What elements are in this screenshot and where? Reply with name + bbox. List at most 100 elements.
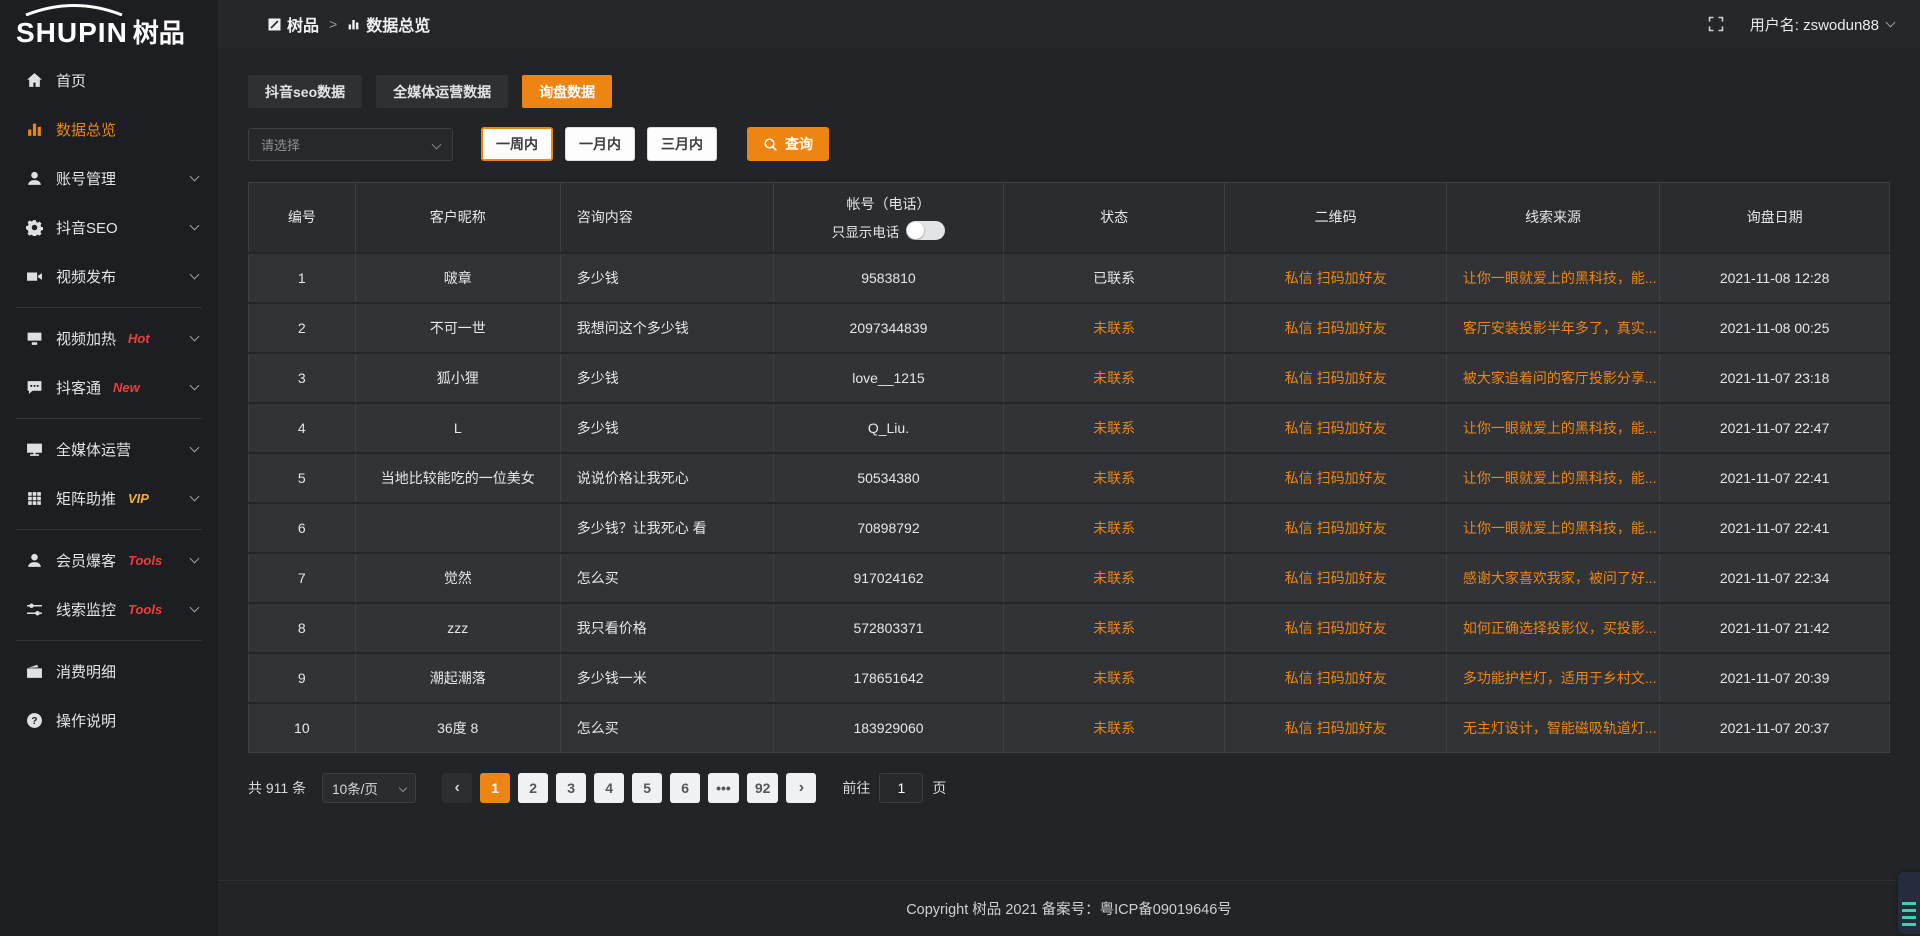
sidebar-item-video-heat[interactable]: 视频加热 Hot (0, 314, 218, 363)
row-qrcode-link[interactable]: 私信 扫码加好友 (1225, 353, 1447, 403)
sidebar-divider (16, 529, 202, 530)
prev-page-button[interactable]: ‹ (442, 773, 472, 803)
monitor-icon (26, 441, 43, 458)
row-source-link[interactable]: 让你一眼就爱上的黑科技，能... (1446, 503, 1659, 553)
row-qrcode-link[interactable]: 私信 扫码加好友 (1225, 503, 1447, 553)
table-row: 2不可一世我想问这个多少钱2097344839未联系私信 扫码加好友客厅安装投影… (249, 303, 1890, 353)
col-content: 咨询内容 (560, 183, 773, 253)
page-button[interactable]: 3 (556, 773, 586, 803)
sidebar-item-help[interactable]: ? 操作说明 (0, 696, 218, 745)
row-qrcode-link[interactable]: 私信 扫码加好友 (1225, 653, 1447, 703)
sidebar-item-omni-media[interactable]: 全媒体运营 (0, 425, 218, 474)
row-nickname: 觉然 (355, 553, 560, 603)
row-qrcode-link[interactable]: 私信 扫码加好友 (1225, 303, 1447, 353)
phone-only-toggle[interactable] (906, 221, 945, 240)
row-nickname: 狐小狸 (355, 353, 560, 403)
next-page-button[interactable]: › (786, 773, 816, 803)
row-source-link[interactable]: 无主灯设计，智能磁吸轨道灯... (1446, 703, 1659, 753)
row-id: 7 (249, 553, 356, 603)
page-button[interactable]: 92 (747, 773, 779, 803)
row-nickname: 36度 8 (355, 703, 560, 753)
page-size-select[interactable]: 10条/页 (322, 773, 416, 803)
sidebar-item-doketong[interactable]: 抖客通 New (0, 363, 218, 412)
period-quarter-button[interactable]: 三月内 (647, 127, 717, 161)
chat-widget-stripes (1902, 902, 1916, 928)
row-account: 50534380 (774, 453, 1004, 503)
table-row: 6多少钱？让我死心 看70898792未联系私信 扫码加好友让你一眼就爱上的黑科… (249, 503, 1890, 553)
row-date: 2021-11-07 22:41 (1660, 503, 1890, 553)
page-size-value: 10条/页 (332, 778, 378, 798)
chat-widget[interactable] (1898, 872, 1920, 934)
table-row: 8zzz我只看价格572803371未联系私信 扫码加好友如何正确选择投影仪，买… (249, 603, 1890, 653)
query-button[interactable]: 查询 (747, 127, 829, 161)
page-button[interactable]: 2 (518, 773, 548, 803)
row-source-link[interactable]: 多功能护栏灯，适用于乡村文... (1446, 653, 1659, 703)
chevron-down-icon (190, 270, 200, 280)
row-qrcode-link[interactable]: 私信 扫码加好友 (1225, 453, 1447, 503)
sidebar-item-spending-detail[interactable]: 消费明细 (0, 647, 218, 696)
sidebar-item-member-booster[interactable]: 会员爆客 Tools (0, 536, 218, 585)
main-area: 树品 > 数据总览 用户名: zswodun88 抖音seo数据 全媒体运营数据 (218, 0, 1920, 936)
row-source-link[interactable]: 如何正确选择投影仪，买投影... (1446, 603, 1659, 653)
page-button[interactable]: 1 (480, 773, 510, 803)
tab-inquiry-data[interactable]: 询盘数据 (522, 75, 612, 108)
user-menu[interactable]: 用户名: zswodun88 (1750, 14, 1894, 35)
sidebar-item-data-overview[interactable]: 数据总览 (0, 105, 218, 154)
breadcrumb-root[interactable]: 树品 (268, 12, 319, 36)
row-qrcode-link[interactable]: 私信 扫码加好友 (1225, 253, 1447, 303)
page-button[interactable]: 4 (594, 773, 624, 803)
account-select[interactable]: 请选择 (248, 128, 453, 161)
row-source-link[interactable]: 感谢大家喜欢我家，被问了好... (1446, 553, 1659, 603)
sliders-icon (26, 601, 43, 618)
sidebar-item-account-management[interactable]: 账号管理 (0, 154, 218, 203)
row-date: 2021-11-08 00:25 (1660, 303, 1890, 353)
row-id: 6 (249, 503, 356, 553)
question-icon: ? (26, 712, 43, 729)
row-source-link[interactable]: 让你一眼就爱上的黑科技，能... (1446, 403, 1659, 453)
row-qrcode-link[interactable]: 私信 扫码加好友 (1225, 603, 1447, 653)
sidebar: SHUPIN树品 首页 数据总览 账号管理 抖音SEO (0, 0, 218, 936)
row-source-link[interactable]: 让你一眼就爱上的黑科技，能... (1446, 253, 1659, 303)
sidebar-item-label: 会员爆客 (56, 550, 116, 571)
chevron-down-icon (190, 221, 200, 231)
row-qrcode-link[interactable]: 私信 扫码加好友 (1225, 703, 1447, 753)
row-source-link[interactable]: 被大家追着问的客厅投影分享... (1446, 353, 1659, 403)
page-button[interactable]: 6 (670, 773, 700, 803)
app-window: SHUPIN树品 首页 数据总览 账号管理 抖音SEO (0, 0, 1920, 936)
tab-omni-media-data[interactable]: 全媒体运营数据 (376, 75, 508, 108)
chevron-down-icon (432, 139, 442, 149)
page-more-button[interactable]: ••• (708, 773, 739, 803)
row-date: 2021-11-08 12:28 (1660, 253, 1890, 303)
row-date: 2021-11-07 21:42 (1660, 603, 1890, 653)
breadcrumb-current[interactable]: 数据总览 (347, 12, 430, 36)
sidebar-item-video-publish[interactable]: 视频发布 (0, 252, 218, 301)
period-month-button[interactable]: 一月内 (565, 127, 635, 161)
col-date: 询盘日期 (1660, 183, 1890, 253)
row-id: 1 (249, 253, 356, 303)
sidebar-item-douyin-seo[interactable]: 抖音SEO (0, 203, 218, 252)
row-qrcode-link[interactable]: 私信 扫码加好友 (1225, 553, 1447, 603)
goto-page-input[interactable] (879, 773, 923, 803)
row-id: 3 (249, 353, 356, 403)
sidebar-item-matrix-boost[interactable]: 矩阵助推 VIP (0, 474, 218, 523)
row-source-link[interactable]: 让你一眼就爱上的黑科技，能... (1446, 453, 1659, 503)
row-account: 917024162 (774, 553, 1004, 603)
row-account: 572803371 (774, 603, 1004, 653)
row-source-link[interactable]: 客厅安装投影半年多了，真实... (1446, 303, 1659, 353)
sidebar-item-lead-monitor[interactable]: 线索监控 Tools (0, 585, 218, 634)
row-status-badge: 未联系 (1003, 353, 1225, 403)
row-id: 4 (249, 403, 356, 453)
tools-badge: Tools (128, 553, 162, 568)
fullscreen-icon[interactable] (1708, 16, 1724, 32)
sidebar-item-home[interactable]: 首页 (0, 56, 218, 105)
hot-badge: Hot (128, 331, 150, 346)
row-content: 怎么买 (560, 703, 773, 753)
breadcrumb: 树品 > 数据总览 (268, 12, 430, 36)
row-account: 70898792 (774, 503, 1004, 553)
sidebar-divider (16, 307, 202, 308)
tab-douyin-seo-data[interactable]: 抖音seo数据 (248, 75, 362, 108)
row-status-badge: 未联系 (1003, 403, 1225, 453)
period-week-button[interactable]: 一周内 (481, 127, 553, 161)
row-qrcode-link[interactable]: 私信 扫码加好友 (1225, 403, 1447, 453)
page-button[interactable]: 5 (632, 773, 662, 803)
